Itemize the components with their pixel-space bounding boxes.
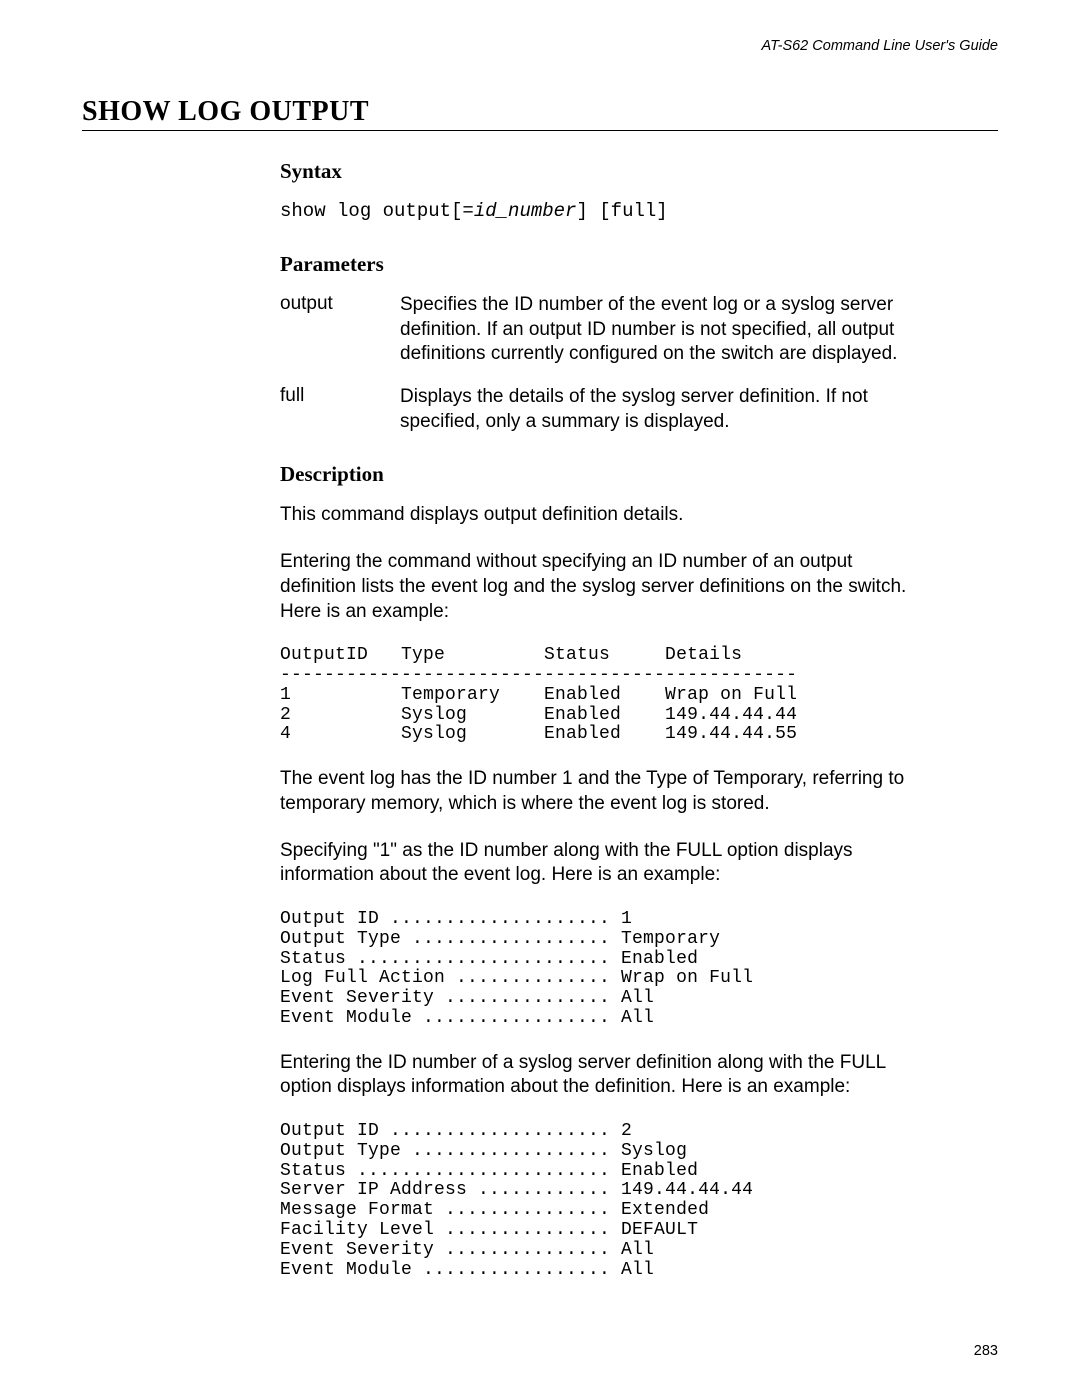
param-row: full Displays the details of the syslog …: [280, 385, 920, 434]
syntax-line: show log output[=id_number] [full]: [280, 200, 920, 222]
syntax-suffix: ] [full]: [576, 200, 667, 222]
param-name-output: output: [280, 293, 400, 315]
description-para-1: This command displays output definition …: [280, 503, 920, 528]
param-row: output Specifies the ID number of the ev…: [280, 293, 920, 367]
description-para-4: Specifying "1" as the ID number along wi…: [280, 839, 920, 888]
param-name-full: full: [280, 385, 400, 407]
description-para-5: Entering the ID number of a syslog serve…: [280, 1051, 920, 1100]
syntax-heading: Syntax: [280, 159, 920, 184]
output-block-3: Output ID .................... 2 Output …: [280, 1122, 920, 1280]
page-number: 283: [974, 1343, 998, 1359]
content-block: Syntax show log output[=id_number] [full…: [280, 159, 920, 1280]
section-title: SHOW LOG OUTPUT: [82, 96, 998, 128]
parameters-heading: Parameters: [280, 252, 920, 277]
param-desc-full: Displays the details of the syslog serve…: [400, 385, 920, 434]
param-desc-output: Specifies the ID number of the event log…: [400, 293, 920, 367]
syntax-variable: id_number: [474, 200, 577, 222]
description-para-2: Entering the command without specifying …: [280, 550, 920, 624]
running-header: AT-S62 Command Line User's Guide: [82, 38, 998, 54]
title-rule: [82, 130, 998, 131]
description-para-3: The event log has the ID number 1 and th…: [280, 767, 920, 816]
output-table-1: OutputID Type Status Details -----------…: [280, 646, 920, 745]
syntax-prefix: show log output[=: [280, 200, 474, 222]
output-block-2: Output ID .................... 1 Output …: [280, 910, 920, 1029]
description-heading: Description: [280, 462, 920, 487]
page: AT-S62 Command Line User's Guide SHOW LO…: [0, 0, 1080, 1280]
